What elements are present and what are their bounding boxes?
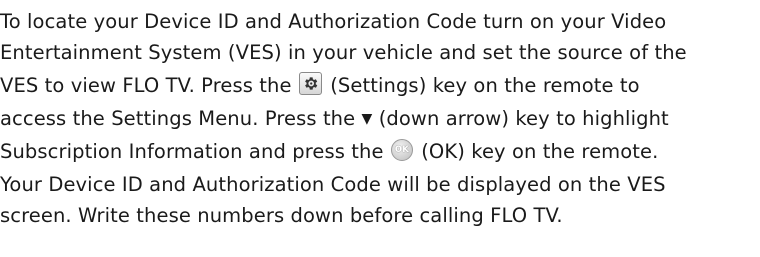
text-line-4-end: (down arrow) key to highlight [372,107,669,130]
instruction-paragraph: To locate your Device ID and Authorizati… [0,6,760,231]
settings-key-icon [298,72,322,95]
text-line-7: screen. Write these numbers down before … [0,204,563,227]
text-line-3: VES to view FLO TV. Press the (Settings)… [0,68,760,103]
gear-icon [305,77,318,90]
text-line-5: Subscription Information and press the O… [0,134,760,169]
down-arrow-icon: ▼ [361,111,373,127]
ok-button-icon: OK [390,139,413,161]
text-line-1: To locate your Device ID and Authorizati… [0,10,667,33]
text-line-4-start: access the Settings Menu. Press the [0,107,362,130]
text-line-3-end: (Settings) key on the remote to [323,74,640,97]
text-line-5-end: (OK) key on the remote. [414,140,659,163]
text-line-4: access the Settings Menu. Press the ▼ (d… [0,103,760,134]
ok-key-label: OK [394,145,409,155]
text-line-3-start: VES to view FLO TV. Press the [0,74,298,97]
text-line-2: Entertainment System (VES) in your vehic… [0,41,687,64]
text-line-6: Your Device ID and Authorization Code wi… [0,173,666,196]
text-line-5-start: Subscription Information and press the [0,140,390,163]
